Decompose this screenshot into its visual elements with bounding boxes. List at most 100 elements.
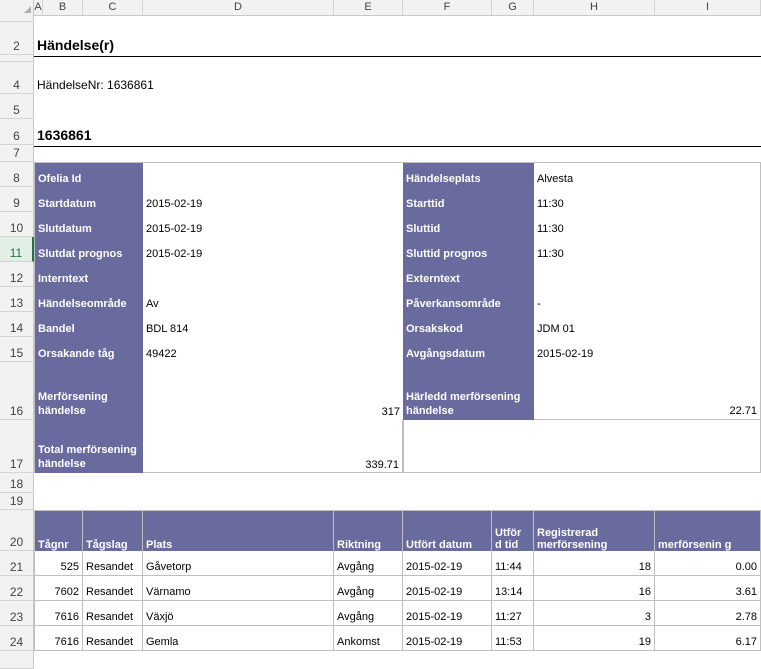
table-cell-plats[interactable]: Gåvetorp	[143, 551, 334, 576]
table-cell-merforsening[interactable]: 3.61	[655, 576, 760, 601]
row-header-25[interactable]	[0, 651, 34, 669]
field-label-orsakande-tag: Orsakande tåg	[35, 337, 143, 362]
row-header-4[interactable]: 4	[0, 62, 34, 94]
field-label-interntext: Interntext	[35, 262, 143, 287]
column-header-e[interactable]: E	[334, 0, 403, 15]
table-cell-utfort-datum[interactable]: 2015-02-19	[403, 626, 492, 651]
table-cell-tagslag[interactable]: Resandet	[83, 601, 143, 626]
field-label-slutdat-prognos: Slutdat prognos	[35, 237, 143, 262]
table-header-utfort-datum: Utfört datum	[403, 511, 492, 551]
field-label-total-merforsening: Total merförsening händelse	[35, 420, 143, 473]
table-cell-registrerad[interactable]: 18	[534, 551, 655, 576]
row-header-8[interactable]: 8	[0, 162, 34, 187]
column-header-i[interactable]: I	[655, 0, 761, 15]
table-cell-merforsening[interactable]: 2.78	[655, 601, 760, 626]
table-cell-tagnr[interactable]: 7616	[35, 626, 83, 651]
row-header-hidden[interactable]	[0, 15, 34, 22]
row-header-19[interactable]: 19	[0, 493, 34, 510]
row-header-15[interactable]: 15	[0, 337, 34, 362]
column-header-g[interactable]: G	[492, 0, 534, 15]
table-cell-tagnr[interactable]: 7602	[35, 576, 83, 601]
row-header-2[interactable]: 2	[0, 22, 34, 55]
field-value-slutdatum[interactable]: 2015-02-19	[143, 212, 334, 237]
field-value-sluttid-prognos[interactable]: 11:30	[534, 237, 760, 262]
table-cell-utford-tid[interactable]: 11:44	[492, 551, 534, 576]
row-header-24[interactable]: 24	[0, 626, 34, 651]
field-value-interntext[interactable]	[143, 262, 334, 287]
table-cell-utford-tid[interactable]: 11:27	[492, 601, 534, 626]
field-value-externtext[interactable]	[534, 262, 760, 287]
row-header-23[interactable]: 23	[0, 601, 34, 626]
field-label-handelseomrade: Händelseområde	[35, 287, 143, 312]
row-header-20[interactable]: 20	[0, 510, 34, 551]
field-label-merforsening: Merförsening händelse	[35, 362, 143, 420]
row-header-22[interactable]: 22	[0, 576, 34, 601]
table-cell-utford-tid[interactable]: 13:14	[492, 576, 534, 601]
field-value-orsakskod[interactable]: JDM 01	[534, 312, 760, 337]
row-header-9[interactable]: 9	[0, 187, 34, 212]
table-header-riktning: Riktning	[334, 511, 403, 551]
row-header-7[interactable]: 7	[0, 145, 34, 162]
table-cell-registrerad[interactable]: 3	[534, 601, 655, 626]
table-cell-utfort-datum[interactable]: 2015-02-19	[403, 576, 492, 601]
table-cell-registrerad[interactable]: 16	[534, 576, 655, 601]
row-header-16[interactable]: 16	[0, 362, 34, 420]
column-header-a[interactable]: A	[34, 0, 43, 15]
field-value-slutdat-prognos[interactable]: 2015-02-19	[143, 237, 334, 262]
row-header-6[interactable]: 6	[0, 119, 34, 145]
event-number-line: HändelseNr: 1636861	[37, 78, 154, 92]
table-cell-utfort-datum[interactable]: 2015-02-19	[403, 601, 492, 626]
row-header-14[interactable]: 14	[0, 312, 34, 337]
table-cell-plats[interactable]: Växjö	[143, 601, 334, 626]
table-cell-plats[interactable]: Värnamo	[143, 576, 334, 601]
field-label-paverkansomrade: Påverkansområde	[403, 287, 534, 312]
table-cell-tagnr[interactable]: 7616	[35, 601, 83, 626]
field-value-orsakande-tag[interactable]: 49422	[143, 337, 334, 362]
table-cell-riktning[interactable]: Avgång	[334, 551, 403, 576]
field-value-paverkansomrade[interactable]: -	[534, 287, 760, 312]
row-header-12[interactable]: 12	[0, 262, 34, 287]
column-header-h[interactable]: H	[534, 0, 655, 15]
table-header-utford-tid: Utför d tid	[492, 511, 534, 551]
column-header-d[interactable]: D	[143, 0, 334, 15]
field-value-harledd-merforsening[interactable]: 22.71	[534, 362, 760, 420]
field-value-startdatum[interactable]: 2015-02-19	[143, 187, 334, 212]
field-value-sluttid[interactable]: 11:30	[534, 212, 760, 237]
column-header-b[interactable]: B	[43, 0, 83, 15]
field-value-bandel[interactable]: BDL 814	[143, 312, 334, 337]
select-all-corner[interactable]	[0, 0, 34, 15]
table-cell-registrerad[interactable]: 19	[534, 626, 655, 651]
table-cell-merforsening[interactable]: 0.00	[655, 551, 760, 576]
row-header-10[interactable]: 10	[0, 212, 34, 237]
row-header-11[interactable]: 11	[0, 237, 34, 262]
table-cell-riktning[interactable]: Ankomst	[334, 626, 403, 651]
field-value-avgangsdatum[interactable]: 2015-02-19	[534, 337, 760, 362]
column-header-f[interactable]: F	[403, 0, 492, 15]
field-value-ofelia-id[interactable]	[143, 163, 334, 187]
table-cell-utfort-datum[interactable]: 2015-02-19	[403, 551, 492, 576]
table-header-tagnr: Tågnr	[35, 511, 83, 551]
field-value-starttid[interactable]: 11:30	[534, 187, 760, 212]
field-value-total-merforsening[interactable]: 339.71	[143, 420, 403, 473]
row-header-hidden[interactable]	[0, 55, 34, 62]
row-header-21[interactable]: 21	[0, 551, 34, 576]
table-cell-tagslag[interactable]: Resandet	[83, 626, 143, 651]
row-header-18[interactable]: 18	[0, 473, 34, 493]
row-header-5[interactable]: 5	[0, 94, 34, 119]
table-cell-merforsening[interactable]: 6.17	[655, 626, 760, 651]
table-cell-utford-tid[interactable]: 11:53	[492, 626, 534, 651]
column-header-c[interactable]: C	[83, 0, 143, 15]
row-header-13[interactable]: 13	[0, 287, 34, 312]
table-cell-tagslag[interactable]: Resandet	[83, 576, 143, 601]
row-header-17[interactable]: 17	[0, 420, 34, 473]
empty-cell[interactable]	[403, 420, 761, 473]
table-cell-tagnr[interactable]: 525	[35, 551, 83, 576]
table-cell-riktning[interactable]: Avgång	[334, 601, 403, 626]
field-value-handelseomrade[interactable]: Av	[143, 287, 334, 312]
field-label-sluttid-prognos: Sluttid prognos	[403, 237, 534, 262]
table-cell-tagslag[interactable]: Resandet	[83, 551, 143, 576]
field-value-merforsening[interactable]: 317	[143, 362, 403, 420]
table-cell-plats[interactable]: Gemla	[143, 626, 334, 651]
field-value-handelseplats[interactable]: Alvesta	[534, 163, 760, 187]
table-cell-riktning[interactable]: Avgång	[334, 576, 403, 601]
